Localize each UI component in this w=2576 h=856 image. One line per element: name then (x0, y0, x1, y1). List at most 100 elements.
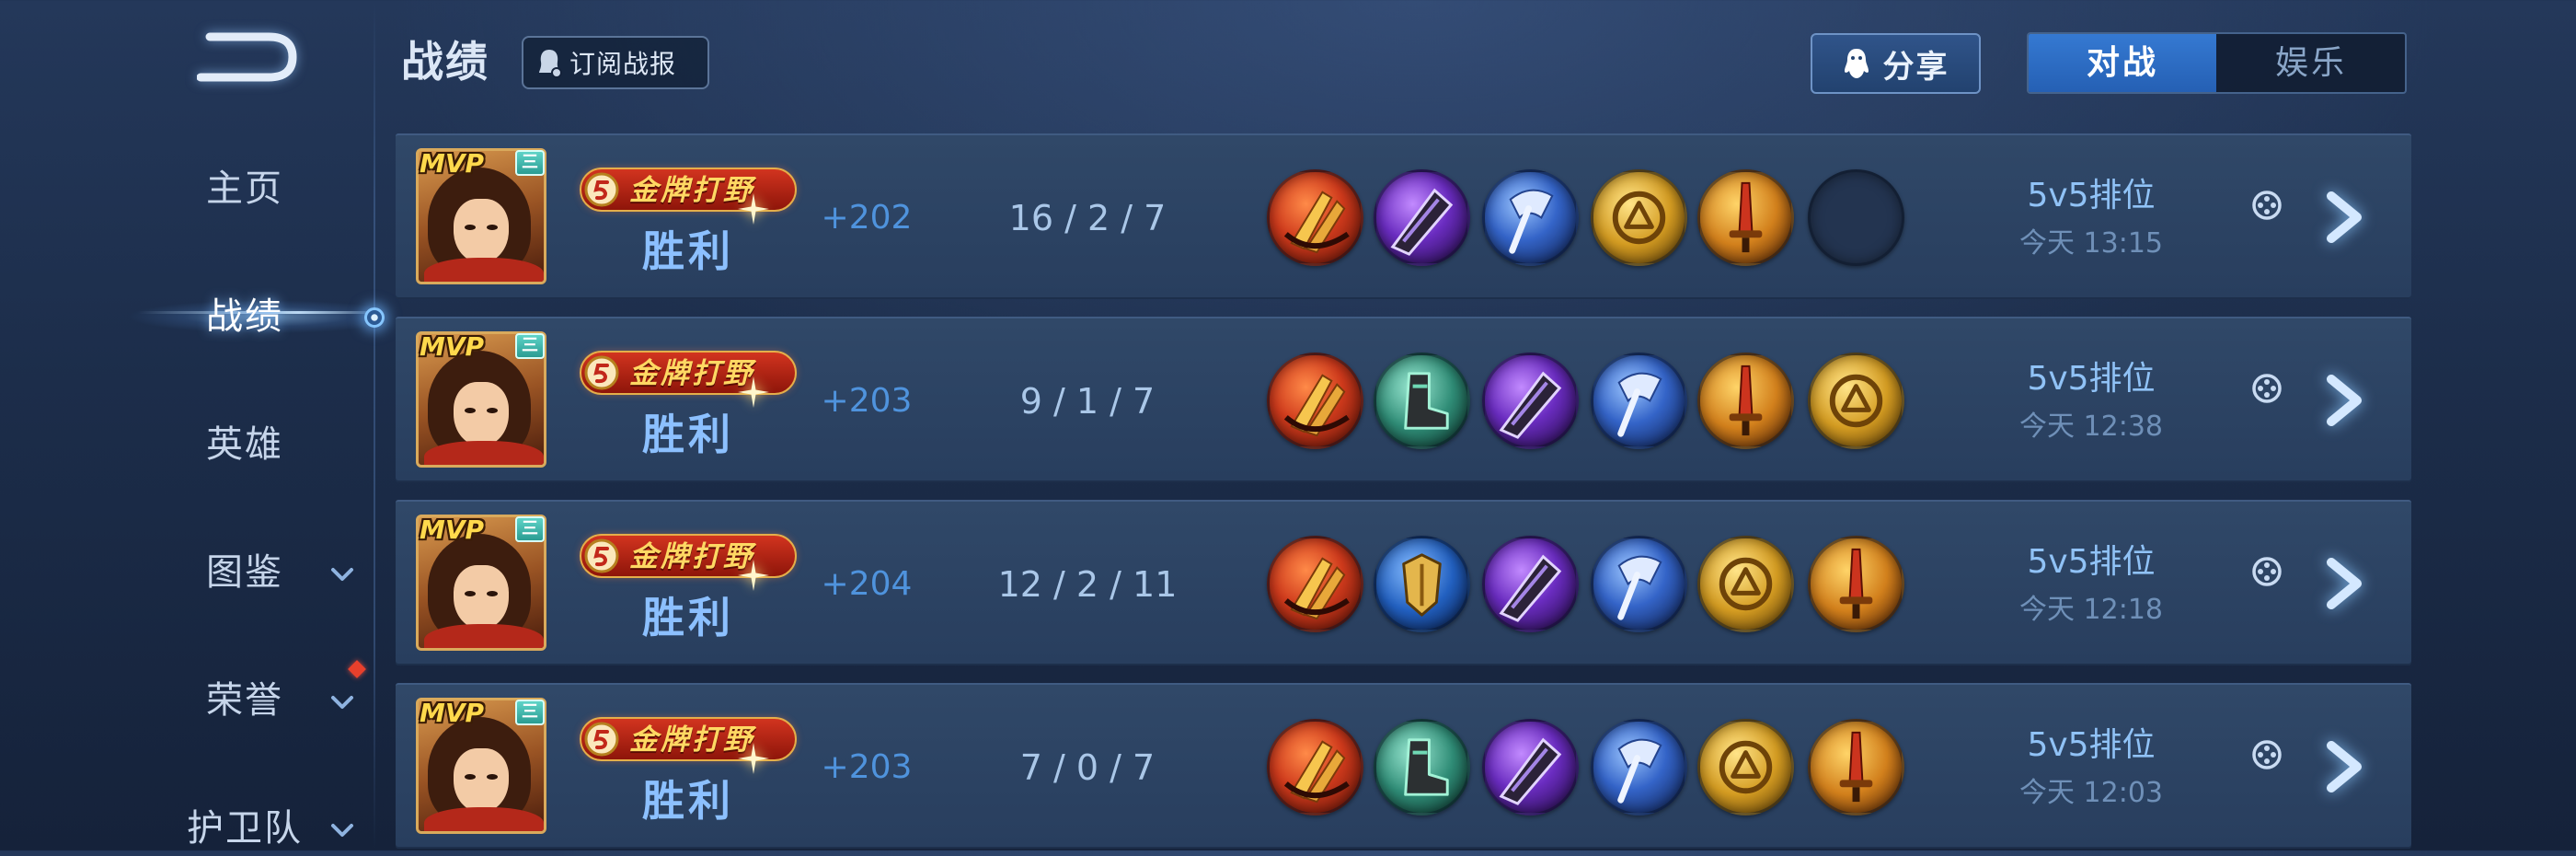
kda-stats: 16 / 2 / 7 (1008, 198, 1167, 238)
equipment-icon-red-claw[interactable] (1267, 353, 1363, 449)
match-row[interactable]: MVP 三 金牌打野 胜利 +203 9 / 1 / 7 5v5排位 今天 12… (396, 317, 2411, 482)
equipment-icon-green-boots[interactable] (1374, 719, 1470, 816)
kda-stats: 12 / 2 / 11 (997, 564, 1178, 605)
equipment-icon-blue-armor[interactable] (1374, 536, 1470, 632)
sidebar-item[interactable]: 主页 (171, 161, 364, 216)
match-result: 胜利 (642, 226, 734, 276)
match-row[interactable]: MVP 三 金牌打野 胜利 +203 7 / 0 / 7 5v5排位 今天 12… (396, 683, 2411, 849)
kda-stats: 9 / 1 / 7 (1019, 381, 1156, 422)
chevron-down-icon (329, 693, 355, 711)
sparkle-icon (738, 193, 769, 225)
sidebar-item-label: 战绩 (206, 295, 283, 338)
mvp-label: MVP (420, 331, 485, 362)
equipment-icon-gold-dagger[interactable] (1808, 719, 1904, 816)
title-ribbon: 金牌打野 (580, 534, 797, 591)
equipment-icon-blue-axe[interactable] (1591, 536, 1687, 632)
ribbon-label: 金牌打野 (629, 540, 754, 573)
sidebar-item-label: 荣誉 (206, 679, 283, 722)
replay-icon[interactable] (2250, 738, 2283, 771)
sidebar-item-label: 英雄 (206, 423, 283, 466)
hero-avatar[interactable]: MVP 三 (416, 148, 546, 284)
qq-penguin-icon (1844, 49, 1869, 78)
game-mode: 5v5排位 (2027, 177, 2156, 214)
score-change: +203 (821, 748, 913, 786)
chevron-down-icon (329, 821, 355, 839)
match-row[interactable]: MVP 三 金牌打野 胜利 +202 16 / 2 / 7 5v5排位 今天 1… (396, 133, 2411, 299)
share-button[interactable]: 分享 (1811, 33, 1981, 94)
score-change: +204 (821, 565, 913, 603)
match-result: 胜利 (642, 593, 734, 642)
back-button[interactable] (196, 28, 300, 87)
ribbon-emblem-icon (583, 354, 620, 391)
mvp-label: MVP (420, 698, 485, 728)
equipment-icon-green-boots[interactable] (1374, 353, 1470, 449)
score-change: +202 (821, 199, 913, 237)
match-row[interactable]: MVP 三 金牌打野 胜利 +204 12 / 2 / 11 5v5排位 今天 … (396, 500, 2411, 665)
game-mode: 5v5排位 (2027, 543, 2156, 581)
match-result: 胜利 (642, 776, 734, 826)
equipment-icon-purple-blade[interactable] (1482, 353, 1579, 449)
score-change: +203 (821, 382, 913, 420)
hero-avatar[interactable]: MVP 三 (416, 698, 546, 834)
game-mode: 5v5排位 (2027, 360, 2156, 398)
rank-badge: 三 (515, 150, 545, 176)
equipment-icon-purple-blade[interactable] (1482, 536, 1579, 632)
ribbon-label: 金牌打野 (629, 723, 754, 757)
tab-battle[interactable]: 对战 (2029, 34, 2216, 92)
title-ribbon: 金牌打野 (580, 717, 797, 774)
match-time: 今天 12:38 (2019, 411, 2163, 443)
equipment-icon-red-claw[interactable] (1267, 169, 1363, 266)
equipment-icon-gold-coin[interactable] (1808, 353, 1904, 449)
equipment-icon-blue-axe[interactable] (1591, 719, 1687, 816)
equipment-icon-red-claw[interactable] (1267, 719, 1363, 816)
equipment-icon-blue-axe[interactable] (1482, 169, 1579, 266)
sidebar-item[interactable]: 护卫队 (171, 801, 364, 856)
equipment-icon-blue-axe[interactable] (1591, 353, 1687, 449)
match-result: 胜利 (642, 410, 734, 459)
title-ribbon: 金牌打野 (580, 351, 797, 408)
back-arrow-icon (196, 32, 297, 82)
hero-avatar[interactable]: MVP 三 (416, 515, 546, 651)
replay-icon[interactable] (2250, 372, 2283, 405)
subscribe-icon (539, 50, 562, 78)
rank-badge: 三 (515, 700, 545, 725)
replay-icon[interactable] (2250, 555, 2283, 588)
mvp-label: MVP (420, 148, 485, 179)
subscribe-label: 订阅战报 (569, 49, 677, 79)
equipment-icon-gold-coin[interactable] (1697, 719, 1794, 816)
tab-entertainment[interactable]: 娱乐 (2217, 34, 2405, 92)
equipment-icon-gold-coin[interactable] (1591, 169, 1687, 266)
equipment-slot-empty (1808, 169, 1904, 266)
match-time: 今天 12:18 (2019, 594, 2163, 626)
ribbon-emblem-icon (583, 721, 620, 758)
sidebar-item[interactable]: 图鉴 (171, 545, 364, 600)
sidebar-item[interactable]: 战绩 (171, 289, 364, 344)
page-title: 战绩 (401, 37, 489, 87)
sidebar-divider (374, 0, 375, 850)
chevron-right-icon[interactable] (2322, 191, 2366, 244)
sidebar-item[interactable]: 荣誉 (171, 673, 364, 728)
game-mode: 5v5排位 (2027, 726, 2156, 764)
equipment-icon-purple-blade[interactable] (1374, 169, 1470, 266)
match-time: 今天 13:15 (2019, 227, 2163, 260)
chevron-right-icon[interactable] (2322, 557, 2366, 610)
equipment-icon-gold-dagger[interactable] (1697, 353, 1794, 449)
mvp-label: MVP (420, 515, 485, 545)
equipment-icon-gold-dagger[interactable] (1697, 169, 1794, 266)
sidebar-item-label: 护卫队 (187, 807, 303, 850)
chevron-right-icon[interactable] (2322, 374, 2366, 427)
equipment-icon-purple-blade[interactable] (1482, 719, 1579, 816)
chevron-right-icon[interactable] (2322, 740, 2366, 793)
sidebar-item[interactable]: 英雄 (171, 417, 364, 472)
chevron-down-icon (329, 565, 355, 584)
active-indicator-node (364, 307, 385, 328)
title-ribbon: 金牌打野 (580, 168, 797, 225)
match-time: 今天 12:03 (2019, 777, 2163, 809)
subscribe-button[interactable]: 订阅战报 (522, 36, 709, 89)
equipment-icon-red-claw[interactable] (1267, 536, 1363, 632)
replay-icon[interactable] (2250, 189, 2283, 222)
equipment-icon-gold-coin[interactable] (1697, 536, 1794, 632)
sidebar-item-label: 图鉴 (206, 551, 283, 594)
hero-avatar[interactable]: MVP 三 (416, 331, 546, 468)
equipment-icon-gold-dagger[interactable] (1808, 536, 1904, 632)
